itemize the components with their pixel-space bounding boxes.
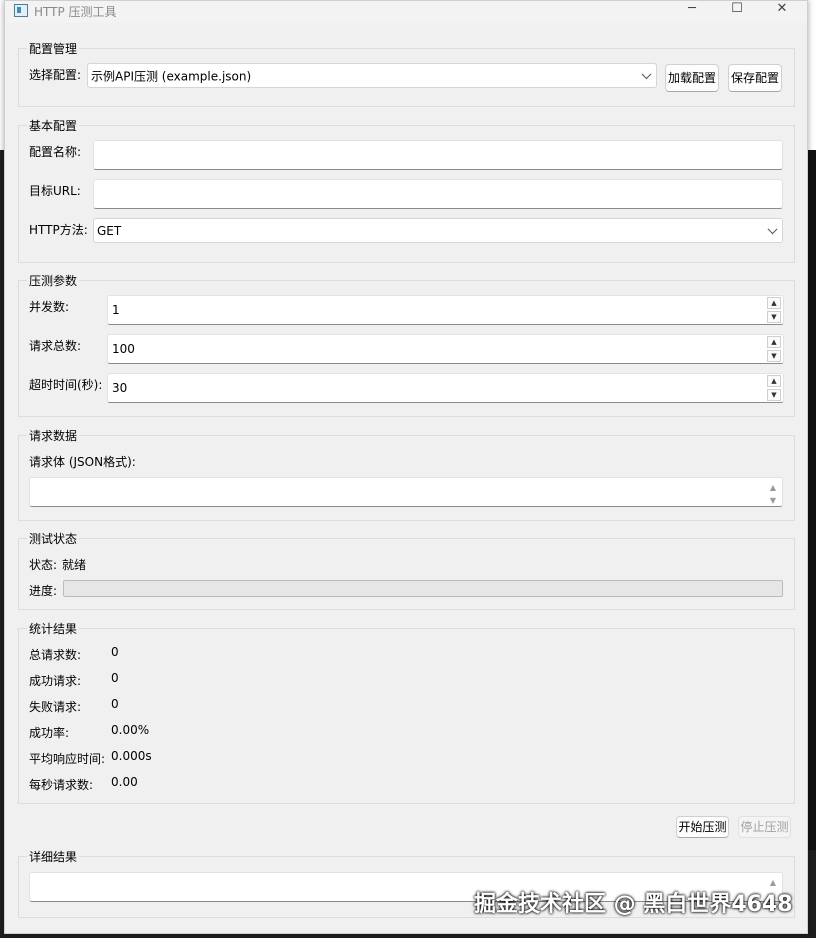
- minimize-button[interactable]: ─: [672, 1, 712, 19]
- stat-label-total: 总请求数:: [29, 648, 82, 662]
- total-requests-value: 100: [112, 342, 135, 356]
- timeout-value: 30: [112, 381, 128, 395]
- load-params-group: 压测参数 并发数: 1 ▲ ▼ 请求总数: 100 ▲ ▼ 超时时间(秒): 3…: [18, 272, 795, 417]
- stat-label-failed: 失败请求:: [29, 700, 82, 714]
- chevron-down-icon: [641, 68, 652, 79]
- group-title: 统计结果: [27, 620, 80, 637]
- stat-value-failed: 0: [111, 697, 119, 711]
- config-name-input[interactable]: [93, 140, 783, 170]
- stat-value-rps: 0.00: [111, 775, 138, 789]
- spin-buttons: ▲ ▼: [765, 296, 783, 324]
- stat-value-total: 0: [111, 645, 119, 659]
- window-title: HTTP 压测工具: [34, 5, 117, 19]
- http-method-select[interactable]: GET: [93, 218, 783, 243]
- status-label: 状态:: [29, 558, 58, 572]
- stop-test-button[interactable]: 停止压测: [738, 816, 791, 838]
- close-button[interactable]: ✕: [762, 1, 802, 19]
- stat-value-success: 0: [111, 671, 119, 685]
- watermark: 掘金技术社区 @ 黑白世界4648: [474, 892, 793, 917]
- config-select-value: 示例API压测 (example.json): [91, 69, 252, 83]
- timeout-spinbox[interactable]: 30 ▲ ▼: [107, 373, 784, 403]
- app-icon: [14, 4, 28, 17]
- total-requests-label: 请求总数:: [29, 339, 82, 353]
- main-window: HTTP 压测工具 ─ ☐ ✕ 配置管理 选择配置: 示例API压测 (exam…: [4, 0, 808, 934]
- stat-label-rps: 每秒请求数:: [29, 778, 94, 792]
- target-url-input[interactable]: [93, 179, 783, 209]
- concurrency-spinbox[interactable]: 1 ▲ ▼: [107, 295, 784, 325]
- timeout-label: 超时时间(秒):: [29, 378, 103, 392]
- config-name-label: 配置名称:: [29, 145, 82, 159]
- select-config-label: 选择配置:: [29, 68, 82, 82]
- stat-label-success-rate: 成功率:: [29, 726, 70, 740]
- maximize-button[interactable]: ☐: [717, 1, 757, 19]
- spin-buttons: ▲ ▼: [765, 374, 783, 402]
- config-select[interactable]: 示例API压测 (example.json): [87, 63, 657, 88]
- group-title: 配置管理: [27, 40, 80, 57]
- stat-label-success: 成功请求:: [29, 674, 82, 688]
- stat-value-avg-response: 0.000s: [111, 749, 152, 763]
- progress-bar: [63, 580, 783, 597]
- spin-up-icon[interactable]: ▲: [767, 297, 781, 309]
- concurrency-label: 并发数:: [29, 300, 70, 314]
- test-status-group: 测试状态 状态: 就绪 进度:: [18, 530, 795, 610]
- spin-down-icon[interactable]: ▼: [767, 389, 781, 401]
- request-body-label: 请求体 (JSON格式):: [29, 455, 136, 469]
- group-title: 压测参数: [27, 272, 80, 289]
- chevron-down-icon: [767, 223, 778, 234]
- group-title: 基本配置: [27, 117, 80, 134]
- group-title: 测试状态: [27, 530, 80, 547]
- stat-value-success-rate: 0.00%: [111, 723, 150, 737]
- http-method-label: HTTP方法:: [29, 223, 88, 237]
- basic-config-group: 基本配置 配置名称: 目标URL: HTTP方法: GET: [18, 117, 795, 263]
- group-title: 请求数据: [27, 427, 80, 444]
- spin-up-icon[interactable]: ▲: [767, 375, 781, 387]
- group-title: 详细结果: [27, 848, 80, 865]
- progress-label: 进度:: [29, 584, 58, 598]
- scrollbar-arrows[interactable]: ▲ ▼: [768, 481, 778, 507]
- config-management-group: 配置管理 选择配置: 示例API压测 (example.json) 加载配置 保…: [18, 40, 795, 107]
- stat-label-avg-response: 平均响应时间:: [29, 752, 106, 766]
- target-url-label: 目标URL:: [29, 184, 81, 198]
- save-config-button[interactable]: 保存配置: [728, 64, 782, 92]
- spin-up-icon[interactable]: ▲: [767, 336, 781, 348]
- spin-down-icon[interactable]: ▼: [767, 311, 781, 323]
- title-bar[interactable]: HTTP 压测工具 ─ ☐ ✕: [5, 1, 807, 23]
- request-data-group: 请求数据 请求体 (JSON格式): ▲ ▼: [18, 427, 795, 521]
- http-method-value: GET: [97, 223, 122, 238]
- statistics-group: 统计结果 总请求数: 0 成功请求: 0 失败请求: 0 成功率: 0.00% …: [18, 620, 795, 804]
- start-test-button[interactable]: 开始压测: [676, 816, 729, 838]
- load-config-button[interactable]: 加载配置: [665, 64, 719, 92]
- status-value: 就绪: [62, 558, 87, 572]
- spin-buttons: ▲ ▼: [765, 335, 783, 363]
- concurrency-value: 1: [112, 303, 120, 317]
- total-requests-spinbox[interactable]: 100 ▲ ▼: [107, 334, 784, 364]
- spin-down-icon[interactable]: ▼: [767, 350, 781, 362]
- request-body-textarea[interactable]: ▲ ▼: [29, 477, 783, 507]
